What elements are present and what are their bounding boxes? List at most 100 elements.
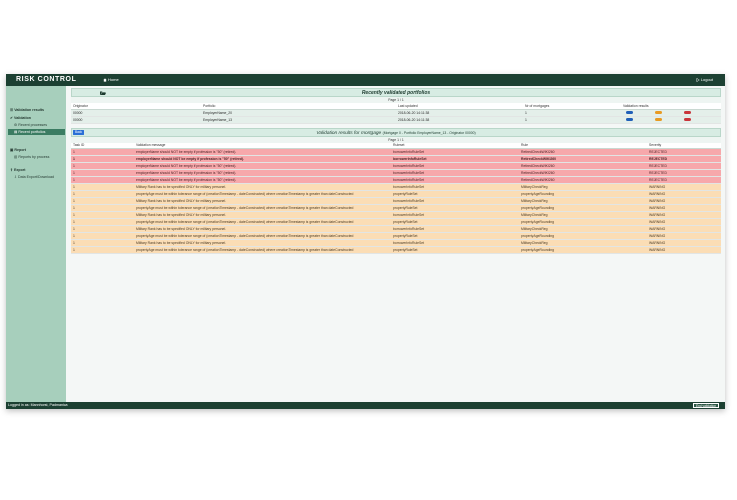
- validation-message-cell: propertyAge must be within tolerance ran…: [134, 246, 391, 254]
- sidebar-item-label: Validation results: [14, 108, 44, 112]
- ruleset-cell: propertyRuleSet: [391, 190, 519, 198]
- sidebar-item-recent-portfolios[interactable]: ▤ Recent portfolios: [8, 129, 65, 135]
- logout-label: Logout: [700, 77, 713, 82]
- ruleset-cell: propertyRuleSet: [391, 232, 519, 240]
- table-row[interactable]: 1 Military Rank has to be specified ONLY …: [71, 225, 721, 233]
- validation-title: Validation results for mortgage (Mortgag…: [72, 129, 720, 138]
- error-count-badge[interactable]: [684, 110, 691, 115]
- warning-count-badge[interactable]: [655, 110, 662, 115]
- rule-cell: MilitaryCheckReg: [519, 239, 647, 247]
- severity-cell: WARNING: [647, 232, 721, 240]
- task-id-cell: 1: [71, 162, 134, 170]
- logout-link[interactable]: Logout: [696, 77, 713, 83]
- table-row[interactable]: 00000 EmployerName_13 2018-06-20 14:11:3…: [71, 116, 721, 124]
- rule-cell: RetiredCheckWIKI260: [519, 148, 647, 156]
- table-row[interactable]: 1 propertyAge must be within tolerance ra…: [71, 232, 721, 240]
- ruleset-cell: borrowerInfoRuleSet: [391, 148, 519, 156]
- task-id-cell: 1: [71, 169, 134, 177]
- warning-count-badge[interactable]: [655, 117, 662, 122]
- table-row[interactable]: 1 propertyAge must be within tolerance ra…: [71, 204, 721, 212]
- table-row[interactable]: 1 propertyAge must be within tolerance ra…: [71, 218, 721, 226]
- severity-cell: WARNING: [647, 183, 721, 191]
- table-row[interactable]: 1 Military Rank has to be specified ONLY …: [71, 239, 721, 247]
- task-id-cell: 1: [71, 218, 134, 226]
- main-content: Recently validated portfolios Page 1 / 1…: [71, 88, 721, 254]
- sidebar: ☰ Validation results ✔ Validation ⚙ Rece…: [6, 86, 66, 402]
- sidebar-item-label: Report: [14, 148, 26, 152]
- validation-subtitle: (Mortgage 0 - Portfolio EmployerName_13 …: [382, 130, 476, 135]
- validation-message-cell: employerName should NOT be empty if prof…: [134, 162, 391, 170]
- home-label: Home: [108, 77, 119, 82]
- task-id-cell: 1: [71, 204, 134, 212]
- ruleset-cell: propertyRuleSet: [391, 204, 519, 212]
- gear-icon: ⚙: [14, 123, 18, 127]
- logout-icon: [696, 78, 700, 82]
- table-row[interactable]: 1 employerName should NOT be empty if pro…: [71, 169, 721, 177]
- validation-message-cell: Military Rank has to be specified ONLY f…: [134, 197, 391, 205]
- home-icon: [103, 78, 107, 82]
- task-id-cell: 1: [71, 190, 134, 198]
- table-row[interactable]: 1 Military Rank has to be specified ONLY …: [71, 197, 721, 205]
- rule-cell: propertyAgeRounding: [519, 232, 647, 240]
- sidebar-item-reports-by-process[interactable]: ▥ Reports by process: [8, 154, 65, 160]
- table-row[interactable]: 1 propertyAge must be within tolerance ra…: [71, 190, 721, 198]
- ruleset-cell: borrowerInfoRuleSet: [391, 225, 519, 233]
- validation-message-cell: Military Rank has to be specified ONLY f…: [134, 211, 391, 219]
- ruleset-cell: borrowerInfoRuleSet: [391, 176, 519, 184]
- updated-cell: 2018-06-20 14:11:38: [396, 109, 523, 117]
- table-row[interactable]: 1 employerName should NOT be empty if pro…: [71, 176, 721, 184]
- validation-message-cell: employerName should NOT be empty if prof…: [134, 148, 391, 156]
- severity-cell: WARNING: [647, 218, 721, 226]
- table-row[interactable]: 1 employerName should NOT be empty if pro…: [71, 162, 721, 170]
- end-validation-button[interactable]: End validation: [692, 403, 719, 408]
- severity-cell: WARNING: [647, 190, 721, 198]
- sidebar-item-recent-processes[interactable]: ⚙ Recent processes: [8, 122, 65, 128]
- severity-cell: REJECTED: [647, 169, 721, 177]
- ruleset-cell: borrowerInfoRuleSet: [391, 162, 519, 170]
- error-count-badge[interactable]: [684, 117, 691, 122]
- rule-cell: RetiredCheckWIKI260: [519, 169, 647, 177]
- ruleset-cell: borrowerInfoRuleSet: [391, 183, 519, 191]
- task-id-cell: 1: [71, 246, 134, 254]
- validation-table-body: 1 employerName should NOT be empty if pro…: [71, 148, 721, 254]
- table-row[interactable]: 00000 EmployerName_20 2018-06-20 14:11:3…: [71, 109, 721, 117]
- validation-table: Task ID Validation message Ruleset Rule …: [71, 142, 721, 254]
- table-row[interactable]: 1 Military Rank has to be specified ONLY …: [71, 183, 721, 191]
- top-header: RISK CONTROL Home Logout: [6, 74, 725, 86]
- info-count-badge[interactable]: [626, 117, 633, 122]
- rule-cell: propertyAgeRounding: [519, 218, 647, 226]
- severity-cell: WARNING: [647, 211, 721, 219]
- sidebar-item-export[interactable]: ⇪ Export: [8, 167, 65, 173]
- rule-cell: MilitaryCheckReg: [519, 225, 647, 233]
- originator-cell: 00000: [71, 116, 201, 124]
- sidebar-item-report[interactable]: ▣ Report: [8, 147, 65, 153]
- validation-panel-header: Back Validation results for mortgage (Mo…: [71, 127, 721, 138]
- info-count-badge[interactable]: [626, 110, 633, 115]
- sidebar-item-validation[interactable]: ✔ Validation: [8, 115, 65, 121]
- rule-cell: MilitaryCheckReg: [519, 183, 647, 191]
- originator-cell: 00000: [71, 109, 201, 117]
- portfolio-cell: EmployerName_13: [201, 116, 396, 124]
- sidebar-item-validation-results[interactable]: ☰ Validation results: [8, 107, 65, 113]
- table-row[interactable]: 1 Military Rank has to be specified ONLY …: [71, 211, 721, 219]
- mortgage-count-cell: 1: [523, 116, 621, 124]
- table-row[interactable]: 1 employerName should NOT be empty if pro…: [71, 148, 721, 156]
- rule-cell: propertyAgeRounding: [519, 190, 647, 198]
- task-id-cell: 1: [71, 183, 134, 191]
- rule-cell: RetiredCheckWIKI260: [519, 155, 647, 163]
- sidebar-item-data-export[interactable]: ⇩ Data Export/Download: [8, 174, 65, 180]
- table-row[interactable]: 1 employerName should NOT be empty if pro…: [71, 155, 721, 163]
- validation-message-cell: Military Rank has to be specified ONLY f…: [134, 225, 391, 233]
- severity-cell: WARNING: [647, 239, 721, 247]
- portfolios-title: Recently validated portfolios: [361, 90, 431, 96]
- ruleset-cell: borrowerInfoRuleSet: [391, 197, 519, 205]
- severity-cell: REJECTED: [647, 176, 721, 184]
- task-id-cell: 1: [71, 225, 134, 233]
- validation-message-cell: employerName should NOT be empty if prof…: [134, 176, 391, 184]
- updated-cell: 2018-06-20 14:11:38: [396, 116, 523, 124]
- table-row[interactable]: 1 propertyAge must be within tolerance ra…: [71, 246, 721, 254]
- validation-message-cell: propertyAge must be within tolerance ran…: [134, 218, 391, 226]
- brand-logo: RISK CONTROL: [16, 76, 77, 83]
- rule-cell: propertyAgeRounding: [519, 246, 647, 254]
- home-link[interactable]: Home: [103, 77, 119, 83]
